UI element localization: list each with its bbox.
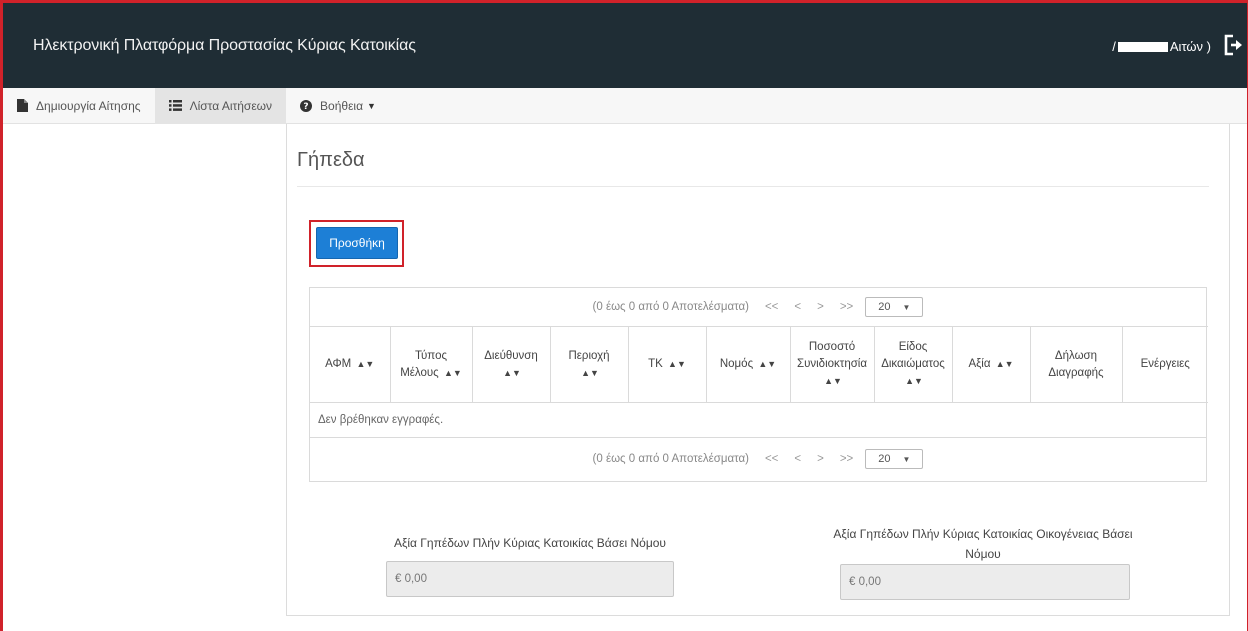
right-summary-label-line1: Αξία Γηπέδων Πλήν Κύριας Κατοικίας Οικογ… (833, 527, 1133, 541)
pager-summary: (0 έως 0 από 0 Αποτελέσματα) (592, 453, 749, 465)
col-label: Αξία (968, 358, 991, 370)
sort-icon: ▲▼ (905, 376, 923, 386)
nav-create-application[interactable]: Δημιουργία Αίτησης (3, 88, 155, 124)
sort-icon: ▲▼ (995, 359, 1014, 369)
col-label: Διεύθυνση (484, 349, 538, 362)
col-label: Νομός (719, 358, 754, 370)
user-prefix: / (1112, 39, 1116, 54)
page-size-value: 20 (878, 453, 891, 465)
left-summary-value-field: € 0,00 (386, 561, 674, 597)
chevron-down-icon: ▼ (367, 100, 376, 111)
right-summary-label-line2: Νόμου (965, 547, 1001, 561)
col-label: Διαγραφής (1048, 366, 1104, 379)
left-summary-label: Αξία Γηπέδων Πλήν Κύριας Κατοικίας Βάσει… (385, 536, 675, 550)
page-size-value: 20 (878, 301, 891, 313)
col-header-address[interactable]: Διεύθυνση ▲▼ (471, 326, 550, 403)
col-header-value[interactable]: Αξία ▲▼ (951, 326, 1030, 403)
plots-table: (0 έως 0 από 0 Αποτελέσματα) << < > >> 2… (309, 287, 1208, 482)
sort-icon: ▲▼ (758, 359, 777, 369)
left-summary-label-text: Αξία Γηπέδων Πλήν Κύριας Κατοικίας Βάσει… (393, 536, 666, 550)
nav-application-list[interactable]: Λίστα Αιτήσεων (154, 87, 287, 124)
plots-panel: Γήπεδα Προσθήκη (0 έως 0 από 0 Αποτελέσμ… (286, 124, 1230, 616)
sort-icon: ▲▼ (668, 359, 686, 369)
page-size-select[interactable]: 20 ▼ (865, 449, 924, 469)
app-header: Ηλεκτρονική Πλατφόρμα Προστασίας Κύριας … (3, 3, 1247, 88)
sort-icon: ▲▼ (581, 367, 599, 378)
col-header-ownership-percent[interactable]: Ποσοστό Συνιδιοκτησία ▲▼ (789, 326, 874, 403)
plots-table-grid: ΑΦΜ ▲▼ Τύπος Μέλους ▲▼ Διεύθυνση ▲▼ Περιοχ… (310, 326, 1208, 437)
svg-text:?: ? (303, 102, 308, 112)
redacted-username (1117, 41, 1168, 52)
col-header-deletion-declaration: Δήλωση Διαγραφής (1029, 326, 1122, 403)
col-label: Δικαιώματος (881, 358, 945, 370)
pager-bottom: (0 έως 0 από 0 Αποτελέσματα) << < > >> 2… (310, 436, 1206, 481)
col-label: Δήλωση (1054, 349, 1098, 362)
app-title: Ηλεκτρονική Πλατφόρμα Προστασίας Κύριας … (33, 37, 416, 54)
last-page-button[interactable]: >> (840, 453, 853, 465)
col-header-member-type[interactable]: Τύπος Μέλους ▲▼ (389, 326, 472, 403)
nav-help-label: Βοήθεια (320, 98, 364, 113)
right-summary-value-field: € 0,00 (840, 564, 1130, 600)
col-label: Ενέργειες (1140, 358, 1190, 370)
col-header-actions: Ενέργειες (1121, 326, 1208, 403)
logout-icon[interactable] (1223, 33, 1245, 57)
list-icon (168, 100, 182, 111)
col-label: ΤΚ (648, 358, 663, 370)
user-info: / Αιτών ) (1112, 39, 1211, 54)
add-button[interactable]: Προσθήκη (316, 227, 398, 259)
last-page-button[interactable]: >> (840, 301, 853, 313)
first-page-button[interactable]: << (765, 453, 778, 465)
file-icon (17, 99, 28, 112)
prev-page-button[interactable]: < (794, 453, 801, 465)
left-sidebar (3, 124, 271, 631)
col-label: Είδος (898, 341, 928, 353)
panel-title: Γήπεδα (297, 149, 365, 171)
help-icon: ? (300, 99, 313, 112)
main-navbar: Δημιουργία Αίτησης Λίστα Αιτήσεων ? Βοήθ… (3, 87, 1247, 124)
first-page-button[interactable]: << (765, 301, 778, 313)
col-header-area[interactable]: Περιοχή ▲▼ (549, 326, 628, 403)
sort-icon: ▲▼ (443, 367, 462, 378)
sort-icon: ▲▼ (824, 376, 842, 386)
col-label: Συνιδιοκτησία (796, 358, 868, 370)
empty-message: Δεν βρέθηκαν εγγραφές. (310, 402, 1208, 437)
sort-icon: ▲▼ (356, 359, 375, 369)
chevron-down-icon: ▼ (902, 454, 911, 464)
col-label: ΑΦΜ (325, 358, 352, 370)
nav-application-list-label: Λίστα Αιτήσεων (189, 98, 273, 113)
divider (297, 186, 1209, 187)
col-label: Ποσοστό (808, 341, 856, 353)
next-page-button[interactable]: > (817, 453, 824, 465)
page-size-select[interactable]: 20 ▼ (865, 297, 924, 317)
pager-top: (0 έως 0 από 0 Αποτελέσματα) << < > >> 2… (310, 288, 1206, 326)
right-summary-label: Αξία Γηπέδων Πλήν Κύριας Κατοικίας Οικογ… (833, 524, 1133, 564)
chevron-down-icon: ▼ (902, 302, 911, 312)
col-header-right-type[interactable]: Είδος Δικαιώματος ▲▼ (873, 326, 952, 403)
nav-create-application-label: Δημιουργία Αίτησης (36, 98, 141, 113)
col-header-postcode[interactable]: ΤΚ ▲▼ (627, 326, 706, 403)
col-label: Τύπος (414, 349, 448, 362)
col-header-prefecture[interactable]: Νομός ▲▼ (705, 326, 790, 403)
sort-icon: ▲▼ (503, 367, 521, 378)
col-header-afm[interactable]: ΑΦΜ ▲▼ (310, 326, 390, 403)
col-label: Μέλους (400, 366, 439, 379)
empty-row: Δεν βρέθηκαν εγγραφές. (310, 402, 1208, 437)
prev-page-button[interactable]: < (794, 301, 801, 313)
pager-summary: (0 έως 0 από 0 Αποτελέσματα) (592, 301, 749, 313)
nav-help[interactable]: ? Βοήθεια ▼ (286, 88, 390, 124)
next-page-button[interactable]: > (817, 301, 824, 313)
table-header-row: ΑΦΜ ▲▼ Τύπος Μέλους ▲▼ Διεύθυνση ▲▼ Περιοχ… (310, 326, 1208, 403)
col-label: Περιοχή (568, 349, 610, 362)
user-role: Αιτών ) (1169, 39, 1211, 54)
